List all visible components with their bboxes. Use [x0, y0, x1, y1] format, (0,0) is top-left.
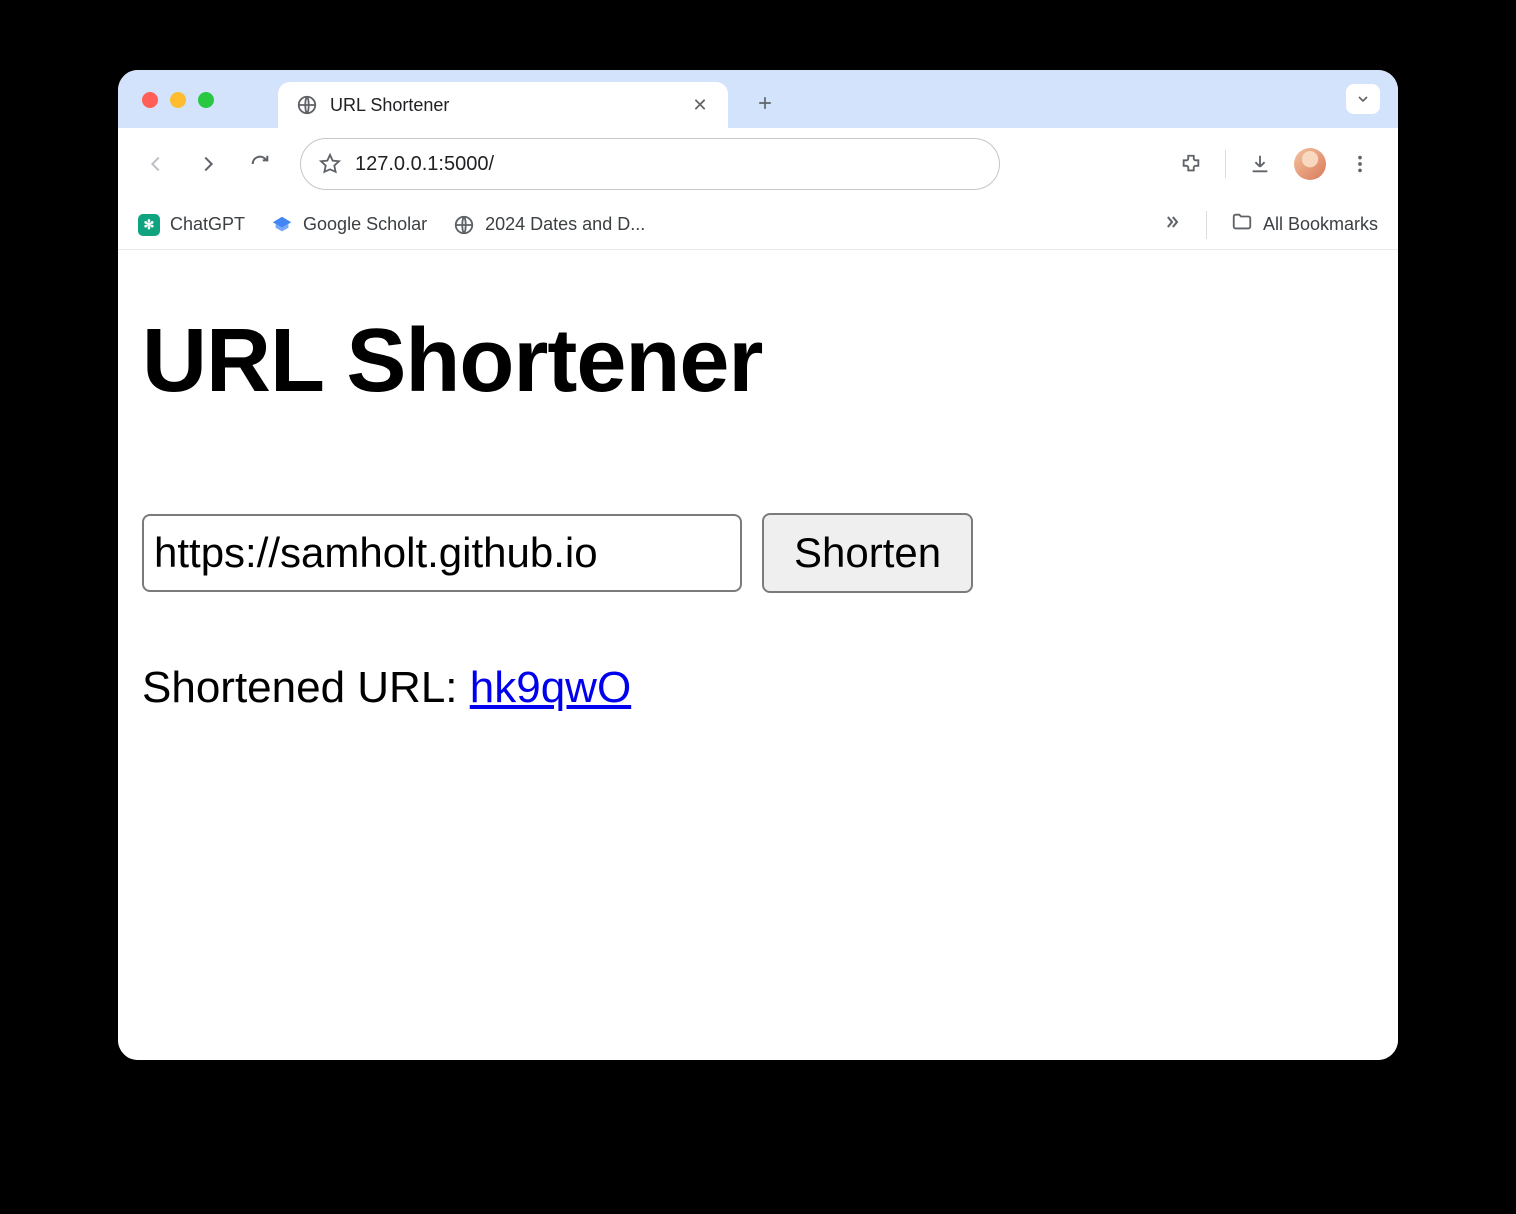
result-line: Shortened URL: hk9qwO: [142, 663, 1374, 713]
toolbar-right: [1169, 142, 1382, 186]
close-window-button[interactable]: [142, 92, 158, 108]
new-tab-button[interactable]: [746, 84, 784, 122]
bookmark-2024-dates[interactable]: 2024 Dates and D...: [453, 214, 645, 236]
globe-icon: [453, 214, 475, 236]
bookmark-chatgpt[interactable]: ✻ ChatGPT: [138, 214, 245, 236]
extensions-button[interactable]: [1169, 142, 1213, 186]
bookmarks-bar: ✻ ChatGPT Google Scholar 2024 Dates and …: [118, 200, 1398, 250]
toolbar-separator: [1225, 150, 1226, 178]
bookmarks-overflow-button[interactable]: [1162, 212, 1182, 238]
tab-strip: URL Shortener ✕: [118, 70, 1398, 128]
address-bar[interactable]: 127.0.0.1:5000/: [300, 138, 1000, 190]
scholar-icon: [271, 214, 293, 236]
minimize-window-button[interactable]: [170, 92, 186, 108]
profile-button[interactable]: [1288, 142, 1332, 186]
shorten-button[interactable]: Shorten: [762, 513, 973, 593]
address-text: 127.0.0.1:5000/: [355, 153, 494, 176]
folder-icon: [1231, 211, 1253, 238]
page-heading: URL Shortener: [142, 310, 1374, 413]
globe-icon: [296, 94, 318, 116]
bookmark-star-icon[interactable]: [319, 153, 341, 175]
browser-tab[interactable]: URL Shortener ✕: [278, 82, 728, 128]
tab-title: URL Shortener: [330, 95, 678, 116]
result-label: Shortened URL:: [142, 663, 470, 712]
bookmark-label: Google Scholar: [303, 214, 427, 235]
page-content: URL Shortener Shorten Shortened URL: hk9…: [118, 250, 1398, 1060]
bookmark-label: ChatGPT: [170, 214, 245, 235]
downloads-button[interactable]: [1238, 142, 1282, 186]
forward-button[interactable]: [186, 142, 230, 186]
close-tab-button[interactable]: ✕: [690, 95, 710, 116]
back-button[interactable]: [134, 142, 178, 186]
bookmark-label: 2024 Dates and D...: [485, 214, 645, 235]
all-bookmarks-button[interactable]: All Bookmarks: [1231, 211, 1378, 238]
reload-button[interactable]: [238, 142, 282, 186]
bookmark-google-scholar[interactable]: Google Scholar: [271, 214, 427, 236]
shortened-url-link[interactable]: hk9qwO: [470, 663, 631, 712]
browser-menu-button[interactable]: [1338, 142, 1382, 186]
avatar: [1294, 148, 1326, 180]
window-controls: [142, 92, 214, 108]
shorten-form: Shorten: [142, 513, 1374, 593]
browser-window: URL Shortener ✕ 127.0.0.1:5000/: [118, 70, 1398, 1060]
tabs-dropdown-button[interactable]: [1346, 84, 1380, 114]
browser-toolbar: 127.0.0.1:5000/: [118, 128, 1398, 200]
chatgpt-icon: ✻: [138, 214, 160, 236]
maximize-window-button[interactable]: [198, 92, 214, 108]
all-bookmarks-label: All Bookmarks: [1263, 214, 1378, 235]
bookmarks-separator: [1206, 211, 1207, 239]
url-input[interactable]: [142, 514, 742, 592]
